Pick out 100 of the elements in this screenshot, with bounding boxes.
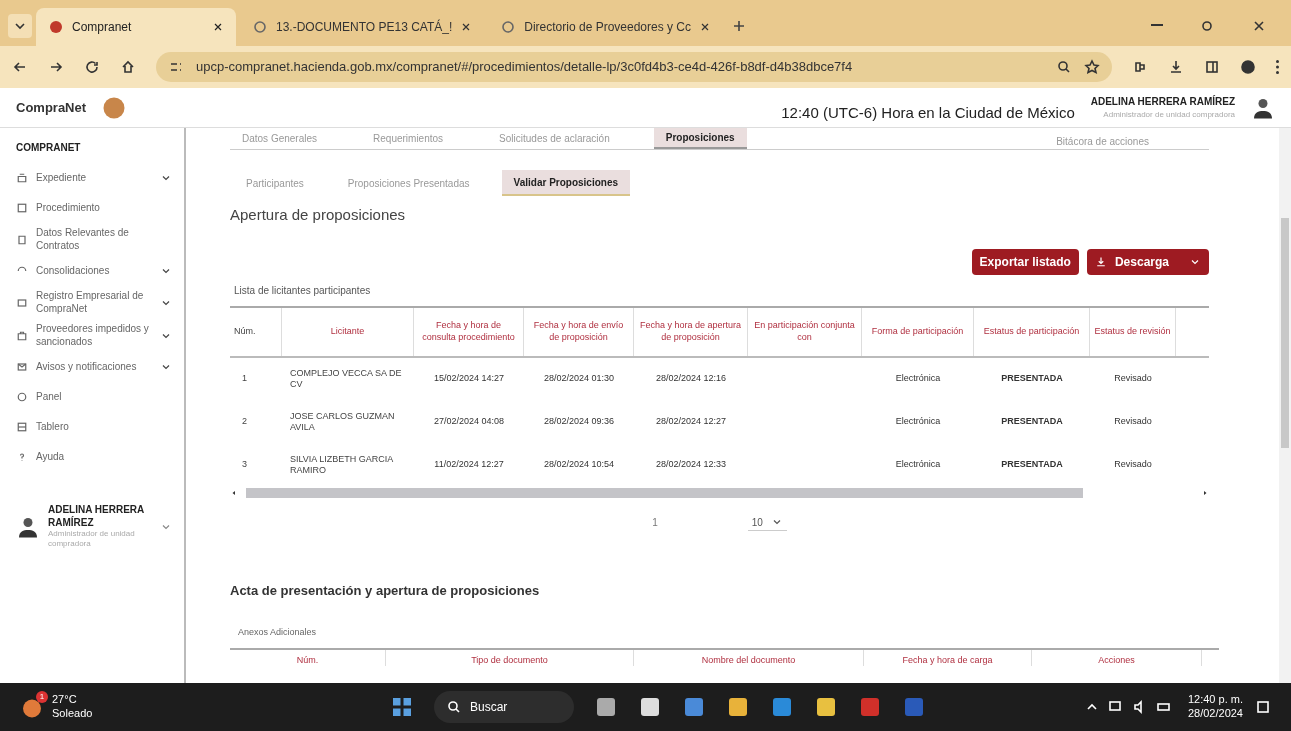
sidebar-item[interactable]: Expediente (16, 163, 172, 193)
table-cell-text: 28/02/2024 09:36 (542, 416, 616, 428)
tab-list-icon (8, 14, 32, 38)
column-header: Tipo de documento (386, 649, 634, 666)
tab-title: Compranet (72, 19, 133, 36)
reload-icon (84, 59, 100, 75)
table-cell-text: Electrónica (894, 459, 942, 471)
column-header: Forma de participación (862, 307, 974, 356)
sidebar-item[interactable]: Procedimiento (16, 193, 172, 223)
star-icon (1084, 59, 1100, 75)
sidebar-title: COMPRANET (16, 141, 82, 155)
browser-tab[interactable]: 13.-DOCUMENTO PE13 CATÁ_! (240, 8, 485, 46)
address-bar[interactable]: upcp-compranet.hacienda.gob.mx/compranet/#/procedimientos/detalle-lp/3c0fd4b3-ce4d-426f-b8df-d4b38dbce7f4 (156, 52, 1112, 82)
download-icon (1168, 59, 1184, 75)
table-cell-text: 27/02/2024 04:08 (432, 416, 506, 428)
download-icon (1094, 255, 1107, 268)
tab[interactable]: Proposiciones (653, 128, 747, 149)
table-cell-text: Revisado (1113, 373, 1153, 385)
tab-title: Directorio de Proveedores y Cc (524, 19, 691, 36)
browser-tab[interactable]: Directorio de Proveedores y Cc (488, 8, 723, 46)
page-icon (252, 19, 268, 35)
header-time: 12:40 (UTC-6) Hora en la Ciudad de México (781, 103, 1075, 124)
page-size-select[interactable]: 10 (747, 514, 787, 531)
table-caption: Anexos Adicionales (238, 626, 318, 639)
column-header: Núm. (230, 307, 282, 356)
export-button[interactable]: Exportar listado (971, 248, 1079, 275)
column-header: Estatus de participación (974, 307, 1090, 356)
user-name: ADELINA HERRERA RAMÍREZ (48, 504, 145, 529)
notification-badge: 1 (36, 691, 48, 703)
column-header: Fecha y hora de envío de proposición (524, 307, 634, 356)
table-cell-text: PRESENTADA (1000, 416, 1064, 428)
weather-text: Soleado (52, 707, 93, 721)
clock-date: 28/02/2024 (1187, 707, 1243, 721)
sidebar-item[interactable]: Consolidaciones (16, 256, 172, 286)
minimize-icon (1151, 24, 1163, 26)
table-cell-text: 28/02/2024 01:30 (542, 373, 616, 385)
taskbar-search[interactable]: Buscar (434, 691, 574, 723)
table-cell-text: 28/02/2024 12:16 (654, 373, 728, 385)
table-cell-text: 1 (241, 373, 248, 385)
user-role: Administrador de unidad compradora (48, 529, 136, 549)
sidebar-item[interactable]: Tablero (16, 412, 172, 442)
table-cell-text: PRESENTADA (1000, 459, 1064, 471)
start-icon (390, 695, 414, 719)
table-cell-text: 28/02/2024 10:54 (542, 459, 616, 471)
menu-item-icon (16, 421, 28, 433)
user-role: Administrador de unidad compradora (1103, 109, 1235, 121)
sidebar-item[interactable]: Registro Empresarial de CompraNet (16, 286, 172, 319)
sidebar-item[interactable]: Ayuda (16, 442, 172, 472)
home-icon (120, 59, 136, 75)
page-number[interactable]: 1 (652, 515, 658, 530)
profile-icon (1240, 59, 1256, 75)
table-cell-text: Revisado (1113, 416, 1153, 428)
sidebar-item[interactable]: Proveedores impedidos y sancionados (16, 319, 172, 352)
scrollbar-thumb[interactable] (1281, 218, 1289, 448)
notifications-icon (1255, 699, 1271, 715)
sidebar-item[interactable]: Avisos y notificaciones (16, 352, 172, 382)
column-header: Fecha y hora de carga (864, 649, 1032, 666)
table-caption: Lista de licitantes participantes (234, 283, 372, 298)
table-cell-text: PRESENTADA (1000, 373, 1064, 385)
menu-item-icon (16, 391, 28, 403)
column-header: Estatus de revisión (1090, 307, 1176, 356)
zoom-icon (1056, 59, 1072, 75)
table-cell-text: 3 (241, 459, 248, 471)
table-cell-text: Electrónica (894, 373, 942, 385)
sidebar-icon (1204, 59, 1220, 75)
restore-icon (1199, 18, 1215, 34)
menu-item-icon (16, 361, 28, 373)
column-header: Acciones (1032, 649, 1202, 666)
emblem-icon (102, 95, 127, 120)
column-header: Fecha y hora de apertura de proposición (634, 307, 748, 356)
logo-icon (48, 19, 64, 35)
table-cell-text: 11/02/2024 12:27 (433, 459, 505, 471)
column-header: En participación conjunta con (748, 307, 862, 356)
scrollbar[interactable] (246, 487, 1083, 498)
scroll-right-icon (1201, 488, 1209, 497)
close-icon (699, 21, 711, 33)
column-header: Licitante (282, 307, 414, 356)
user-name: ADELINA HERRERA RAMÍREZ (1090, 94, 1235, 109)
new-tab-icon (731, 18, 747, 34)
section-title: Apertura de proposiciones (230, 205, 407, 225)
table-cell-text: Revisado (1113, 459, 1153, 471)
table-cell-text: SILVIA LIZBETH GARCIA RAMIRO (289, 453, 394, 477)
column-header: Fecha y hora de consulta procedimiento (414, 307, 524, 356)
logo-text: CompraNet (16, 98, 87, 117)
tab-title: 13.-DOCUMENTO PE13 CATÁ_! (276, 18, 453, 36)
sidebar-item[interactable]: Datos Relevantes de Contratos (16, 223, 172, 256)
menu-item-icon (16, 172, 28, 184)
menu-item-icon (16, 296, 28, 309)
url-text: upcp-compranet.hacienda.gob.mx/compranet/#/procedimientos/detalle-lp/3c0fd4b3-ce4d-426f-b8df-d4b38dbce7f4 (196, 58, 854, 77)
sidebar-item[interactable]: Panel (16, 382, 172, 412)
scroll-left-icon (230, 488, 238, 497)
table-cell-text: 15/02/2024 14:27 (432, 373, 506, 385)
menu-item-icon (16, 233, 28, 246)
download-button[interactable]: Descarga (1086, 248, 1209, 275)
browser-tab[interactable]: Compranet (36, 8, 236, 46)
table-cell-text: 2 (241, 416, 248, 428)
subtab[interactable]: Validar Proposiciones (501, 170, 631, 196)
table-cell-text: 28/02/2024 12:33 (654, 459, 728, 471)
section-title: Acta de presentación y apertura de proposiciones (230, 581, 541, 600)
table-cell-text: Electrónica (894, 416, 942, 428)
